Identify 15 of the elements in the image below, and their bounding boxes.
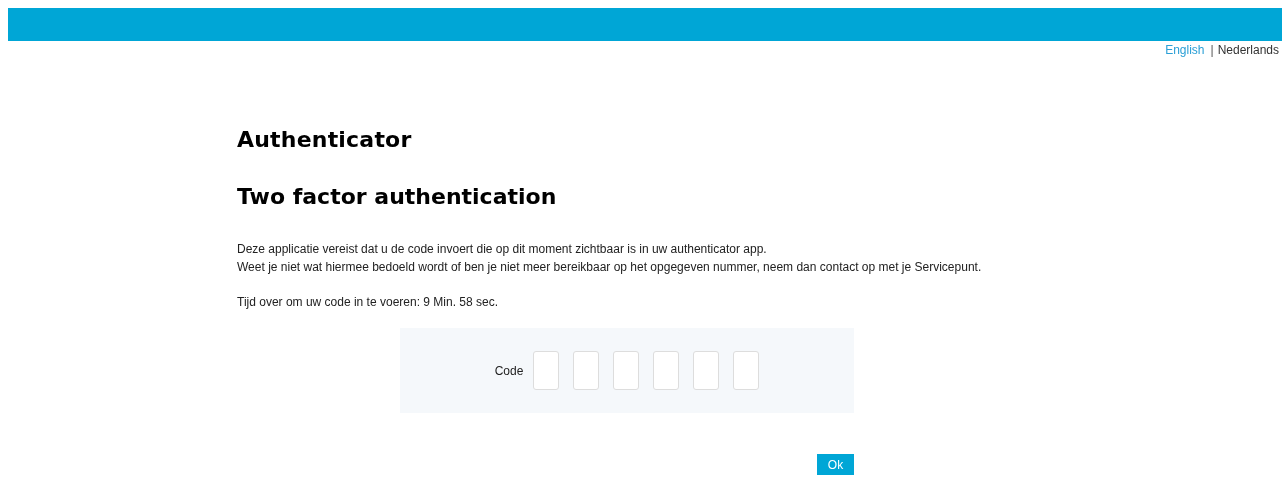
code-digit-field[interactable] [653, 351, 680, 390]
intro-text: Deze applicatie vereist dat u de code invoert die op dit moment zichtbaar is in uw authenticator app. Weet je niet wat hiermee bedoeld wordt of ben je niet meer bereikbaar op het opgegeven nummer, neem dan contact op met je Servicepunt. [237, 241, 982, 276]
ok-button[interactable]: Ok [817, 454, 854, 475]
language-separator: | [1210, 42, 1214, 58]
language-link[interactable]: Nederlands [1217, 42, 1279, 58]
code-digit-field[interactable] [693, 351, 720, 390]
code-digit-field[interactable] [573, 351, 600, 390]
code-digit-field[interactable] [533, 351, 560, 390]
page-subtitle: Two factor authentication [237, 183, 558, 211]
code-digit-field[interactable] [613, 351, 640, 390]
code-label: Code [494, 363, 524, 378]
timer-text: Tijd over om uw code in te voeren: 9 Min. 58 sec. [237, 294, 499, 310]
page-title: Authenticator [237, 126, 413, 154]
language-link[interactable]: English [1165, 42, 1205, 58]
code-digit-field[interactable] [733, 351, 760, 390]
